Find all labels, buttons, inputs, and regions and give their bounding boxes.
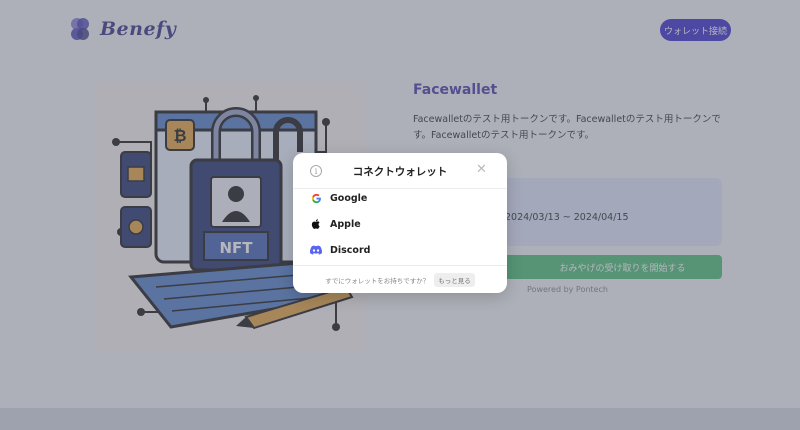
- google-icon: [310, 192, 322, 204]
- connect-wallet-modal: i コネクトウォレット ✕ Google Apple Discord すでにウォ…: [293, 153, 507, 293]
- login-option-discord[interactable]: Discord: [310, 240, 490, 260]
- close-icon[interactable]: ✕: [476, 163, 487, 177]
- modal-header: i コネクトウォレット ✕: [293, 153, 507, 189]
- login-option-google[interactable]: Google: [310, 188, 490, 208]
- modal-title: コネクトウォレット: [352, 166, 448, 178]
- login-option-label: Apple: [330, 218, 361, 230]
- discord-icon: [310, 244, 322, 256]
- apple-icon: [310, 218, 322, 230]
- login-option-label: Google: [330, 192, 368, 204]
- existing-wallet-text: すでにウォレットをお持ちですか？: [325, 276, 430, 285]
- more-button[interactable]: もっと見る: [434, 272, 475, 287]
- login-option-apple[interactable]: Apple: [310, 214, 490, 234]
- modal-footer: すでにウォレットをお持ちですか？ もっと見る: [293, 265, 507, 293]
- login-option-label: Discord: [330, 244, 371, 256]
